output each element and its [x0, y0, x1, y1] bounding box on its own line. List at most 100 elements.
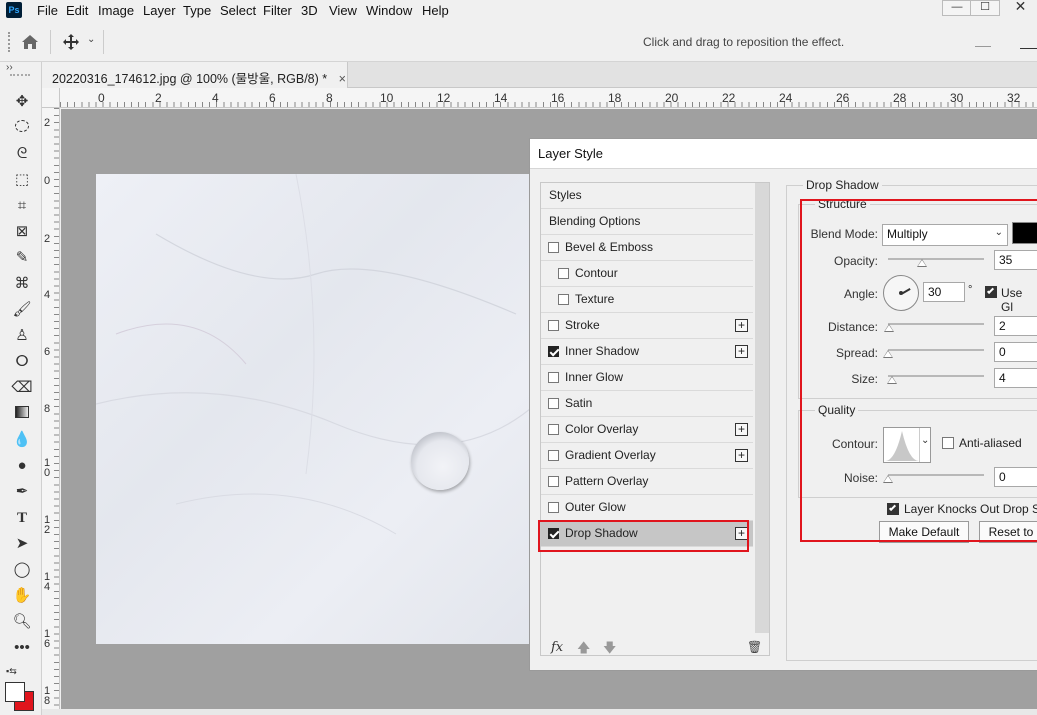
arrow-up-icon[interactable]: 🡅	[577, 639, 590, 661]
eraser-tool-icon[interactable]: ⌫	[11, 377, 33, 399]
inner-glow-checkbox[interactable]	[548, 372, 559, 383]
type-tool-icon[interactable]: T	[11, 507, 33, 529]
color-overlay-checkbox[interactable]	[548, 424, 559, 435]
gradient-overlay-checkbox[interactable]	[548, 450, 559, 461]
menu-layer[interactable]: Layer	[143, 3, 176, 18]
sponge-tool-icon[interactable]: ●	[11, 455, 33, 477]
healing-brush-tool-icon[interactable]: ⌘	[11, 273, 33, 295]
outer-glow-checkbox[interactable]	[548, 502, 559, 513]
menu-select[interactable]: Select	[220, 3, 256, 18]
eyedropper-tool-icon[interactable]: ✎	[11, 247, 33, 269]
close-window-button[interactable]: ✕	[1004, 0, 1037, 16]
menu-file[interactable]: File	[37, 3, 58, 18]
texture-checkbox[interactable]	[558, 294, 569, 305]
ellipse-tool-icon[interactable]: ◯	[11, 559, 33, 581]
fx-icon[interactable]: fx	[551, 640, 563, 655]
frame-tool-icon[interactable]: ⊠	[11, 221, 33, 243]
brush-tool-icon[interactable]: 🖌	[11, 299, 33, 321]
style-bevel-emboss[interactable]: Bevel & Emboss	[541, 235, 753, 261]
close-tab-icon[interactable]: ×	[339, 72, 346, 86]
ruler-label: 0	[98, 91, 105, 105]
zoom-tool-icon[interactable]: 🔍︎	[11, 611, 33, 633]
add-inner-shadow-icon[interactable]: +	[735, 345, 748, 358]
trash-icon[interactable]: 🗑	[747, 640, 762, 654]
tools-panel: ›› ✥ ᘓ ⬚ ⌗ ⊠ ✎ ⌘ 🖌 ♙ ⵔ ⌫ 💧 ● ✒ T ➤ ◯ ✋ 🔍…	[0, 62, 42, 715]
move-tool-icon[interactable]	[62, 33, 80, 51]
menu-edit[interactable]: Edit	[66, 3, 88, 18]
add-gradient-overlay-icon[interactable]: +	[735, 449, 748, 462]
add-color-overlay-icon[interactable]: +	[735, 423, 748, 436]
home-icon[interactable]	[21, 34, 39, 50]
highlight-drop-shadow	[538, 520, 749, 552]
minimize-button[interactable]: —	[942, 0, 972, 16]
satin-checkbox[interactable]	[548, 398, 559, 409]
style-blending-options[interactable]: Blending Options	[541, 209, 753, 235]
object-selection-tool-icon[interactable]: ⬚	[11, 169, 33, 191]
style-inner-shadow[interactable]: Inner Shadow +	[541, 339, 753, 365]
document-image[interactable]	[96, 174, 536, 644]
arrow-down-icon[interactable]: 🡇	[603, 639, 616, 661]
status-bar	[42, 709, 1037, 715]
crop-tool-icon[interactable]: ⌗	[11, 195, 33, 217]
style-stroke[interactable]: Stroke +	[541, 313, 753, 339]
horizontal-ruler[interactable]: 0 2 4 6 8 10 12 14 16 18 20 22 24 26 28 …	[60, 88, 1037, 108]
menu-view[interactable]: View	[329, 3, 357, 18]
menu-help[interactable]: Help	[422, 3, 449, 18]
bevel-checkbox[interactable]	[548, 242, 559, 253]
style-label: Bevel & Emboss	[565, 240, 654, 254]
panel-toggle-icon[interactable]	[1020, 48, 1037, 49]
styles-header[interactable]: Styles	[541, 183, 753, 209]
style-color-overlay[interactable]: Color Overlay +	[541, 417, 753, 443]
style-texture[interactable]: Texture	[541, 287, 753, 313]
ruler-label: 2	[44, 233, 51, 245]
inner-shadow-checkbox[interactable]	[548, 346, 559, 357]
pattern-overlay-checkbox[interactable]	[548, 476, 559, 487]
maximize-button[interactable]: ☐	[970, 0, 1000, 16]
move-tool-icon[interactable]: ✥	[11, 91, 33, 113]
chevron-down-icon[interactable]: ⌄	[87, 34, 95, 45]
grip-icon	[8, 32, 13, 52]
path-selection-tool-icon[interactable]: ➤	[11, 533, 33, 555]
style-satin[interactable]: Satin	[541, 391, 753, 417]
menu-image[interactable]: Image	[98, 3, 134, 18]
style-pattern-overlay[interactable]: Pattern Overlay	[541, 469, 753, 495]
collapse-toolbar-icon[interactable]: ››	[6, 62, 13, 73]
add-stroke-icon[interactable]: +	[735, 319, 748, 332]
blur-tool-icon[interactable]: 💧	[11, 429, 33, 451]
ruler-label: 24	[779, 91, 793, 105]
clone-stamp-tool-icon[interactable]: ♙	[11, 325, 33, 347]
ruler-label: 4	[212, 91, 219, 105]
ruler-origin[interactable]	[42, 88, 60, 108]
ruler-ticks	[60, 102, 1037, 107]
ruler-label: 0	[44, 175, 51, 187]
menu-window[interactable]: Window	[366, 3, 412, 18]
menu-filter[interactable]: Filter	[263, 3, 292, 18]
pen-tool-icon[interactable]: ✒	[11, 481, 33, 503]
drop-shadow-title: Drop Shadow	[803, 178, 882, 192]
ruler-label: 10	[380, 91, 394, 105]
foreground-color-swatch[interactable]	[5, 682, 25, 702]
water-drop[interactable]	[411, 432, 469, 490]
default-colors-icon[interactable]: ▪⇆	[6, 666, 17, 677]
vertical-ruler[interactable]: 2 0 2 4 6 8 1 0 1 2 1 4 1 6 1 8	[42, 108, 60, 715]
gradient-tool-icon[interactable]	[11, 403, 33, 425]
style-contour[interactable]: Contour	[541, 261, 753, 287]
menu-type[interactable]: Type	[183, 3, 211, 18]
lasso-tool-icon[interactable]: ᘓ	[11, 143, 33, 165]
style-inner-glow[interactable]: Inner Glow	[541, 365, 753, 391]
dialog-title[interactable]: Layer Style	[530, 139, 1037, 169]
ruler-label: 12	[437, 91, 451, 105]
document-tab[interactable]: 20220316_174612.jpg @ 100% (물방울, RGB/8) …	[42, 62, 348, 88]
contour-checkbox[interactable]	[558, 268, 569, 279]
menu-3d[interactable]: 3D	[301, 3, 318, 18]
history-brush-tool-icon[interactable]: ⵔ	[11, 351, 33, 373]
paper-texture	[96, 174, 536, 535]
more-tools-icon[interactable]: •••	[11, 637, 33, 659]
hand-tool-icon[interactable]: ✋	[11, 585, 33, 607]
style-outer-glow[interactable]: Outer Glow	[541, 495, 753, 521]
styles-scrollbar[interactable]	[755, 183, 769, 633]
style-gradient-overlay[interactable]: Gradient Overlay +	[541, 443, 753, 469]
workspace-icon[interactable]	[975, 46, 991, 47]
stroke-checkbox[interactable]	[548, 320, 559, 331]
marquee-tool-icon[interactable]	[11, 117, 33, 139]
